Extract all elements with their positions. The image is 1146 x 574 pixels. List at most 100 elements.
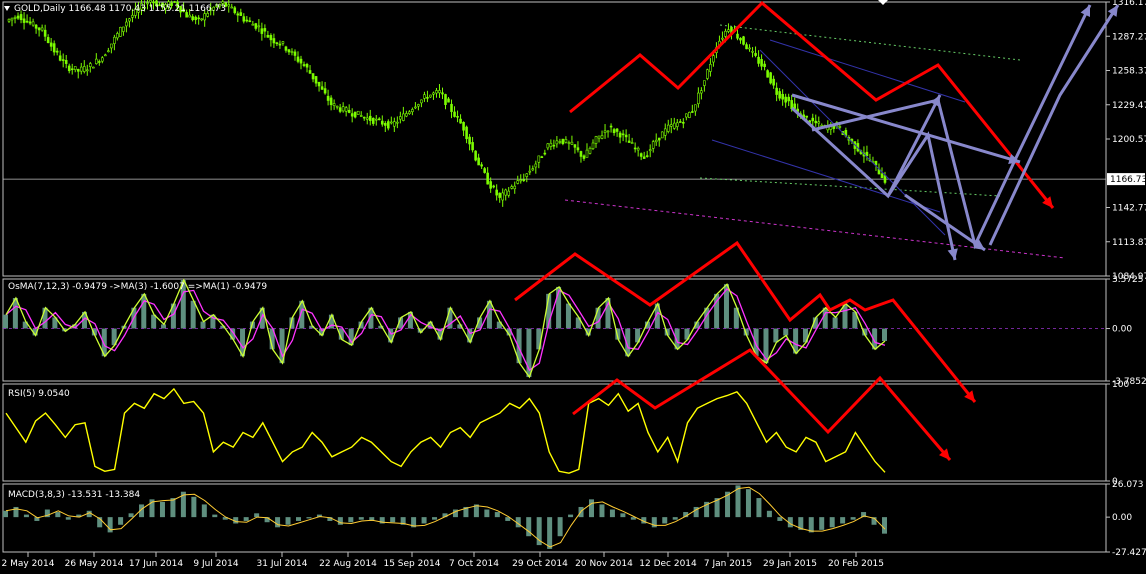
osma-tick-label: 0.00	[1112, 325, 1132, 335]
purple-arrow	[988, 4, 1120, 246]
candle-body	[474, 150, 477, 161]
candle-body	[525, 173, 529, 177]
candle-body	[107, 50, 110, 53]
candle-body	[561, 138, 565, 144]
candle-body	[131, 14, 134, 18]
purple-arrow	[791, 93, 1021, 164]
candle-body	[679, 121, 682, 123]
candle-body	[356, 110, 360, 115]
date-tick-label: 7 Oct 2014	[449, 559, 499, 569]
candle-body	[751, 50, 754, 53]
macd-bar	[358, 517, 364, 520]
candle-body	[76, 69, 80, 72]
macd-bar	[159, 501, 165, 518]
osma-bar	[565, 303, 571, 329]
candle-body	[480, 164, 483, 167]
candle-body	[486, 172, 489, 185]
candle-body	[393, 121, 396, 127]
candle-body	[459, 118, 462, 124]
candle-body	[254, 23, 258, 29]
osma-bar	[822, 307, 828, 329]
macd-bar	[65, 517, 71, 520]
candle-body	[477, 157, 480, 166]
candle-body	[188, 14, 191, 18]
candle-body	[257, 25, 261, 28]
candle-body	[682, 121, 685, 124]
candle-body	[528, 170, 532, 173]
rsi-line	[5, 387, 886, 474]
candle-body	[597, 135, 601, 139]
macd-bar	[557, 517, 563, 537]
candle-body	[19, 14, 23, 21]
candle-body	[742, 36, 745, 45]
candle-body	[125, 21, 128, 27]
osma-pane-title: OsMA(7,12,3) -0.9479 ->MA(3) -1.6007 =>M…	[8, 282, 267, 292]
candle-body	[727, 29, 730, 32]
channel-line	[711, 139, 941, 213]
date-tick-label: 9 Jul 2014	[193, 559, 238, 569]
pane-frame	[2, 483, 1107, 553]
candle-body	[49, 42, 53, 47]
candle-body	[266, 34, 270, 38]
date-tick-label: 20 Feb 2015	[828, 559, 884, 569]
candle-body	[426, 96, 429, 99]
candle-body	[70, 68, 74, 71]
candle-body	[61, 59, 65, 61]
candle-body	[79, 66, 83, 72]
candle-body	[377, 118, 381, 121]
candle-body	[55, 50, 59, 53]
candle-body	[883, 175, 887, 183]
candle-body	[453, 111, 456, 117]
candle-body	[588, 147, 592, 154]
date-tick-label: 17 Jun 2014	[129, 559, 183, 569]
candle-body	[669, 124, 673, 127]
candle-body	[122, 26, 125, 32]
macd-bar	[568, 514, 574, 518]
candle-body	[28, 21, 32, 24]
candle-body	[432, 92, 435, 95]
red-arrow	[569, 0, 1055, 209]
candle-body	[242, 16, 246, 22]
candle-body	[408, 111, 411, 114]
candle-body	[534, 163, 538, 168]
candle-body	[311, 73, 315, 80]
candle-body	[251, 23, 255, 26]
pane-frame	[2, 383, 1107, 482]
osma-bar	[832, 317, 838, 329]
candle-body	[874, 160, 878, 166]
candle-body	[697, 92, 700, 105]
candle-body	[531, 168, 535, 171]
candle-body	[362, 116, 366, 119]
date-tick-label: 26 May 2014	[65, 559, 124, 569]
candle-body	[600, 135, 604, 139]
date-tick-label: 31 Jul 2014	[257, 559, 308, 569]
candle-body	[739, 37, 742, 41]
candle-body	[359, 115, 363, 117]
candle-body	[700, 90, 703, 94]
macd-bar	[254, 513, 260, 518]
candle-body	[302, 64, 306, 66]
candle-body	[865, 151, 869, 157]
candle-body	[263, 28, 267, 32]
candle-body	[239, 12, 243, 16]
candle-body	[567, 142, 571, 144]
candle-body	[64, 60, 68, 64]
red-arrow	[514, 240, 977, 403]
osma-bar	[141, 293, 147, 329]
candle-body	[507, 190, 511, 196]
candle-body	[627, 140, 631, 143]
macd-bar	[599, 504, 605, 518]
candle-body	[838, 126, 842, 128]
candle-body	[483, 168, 486, 173]
price-tick-label: 1316.17	[1112, 0, 1146, 8]
macd-bar	[128, 513, 134, 518]
candle-body	[191, 16, 194, 21]
candle-body	[197, 17, 200, 20]
candle-body	[248, 20, 252, 23]
candle-body	[775, 87, 778, 95]
candle-body	[447, 98, 450, 103]
candle-body	[390, 121, 393, 124]
date-tick-label: 7 Jan 2015	[704, 559, 752, 569]
chart-canvas: 1316.17 1287.27 1258.37 1229.47 1200.57 1142.…	[2, 0, 1146, 569]
candle-body	[368, 115, 372, 121]
